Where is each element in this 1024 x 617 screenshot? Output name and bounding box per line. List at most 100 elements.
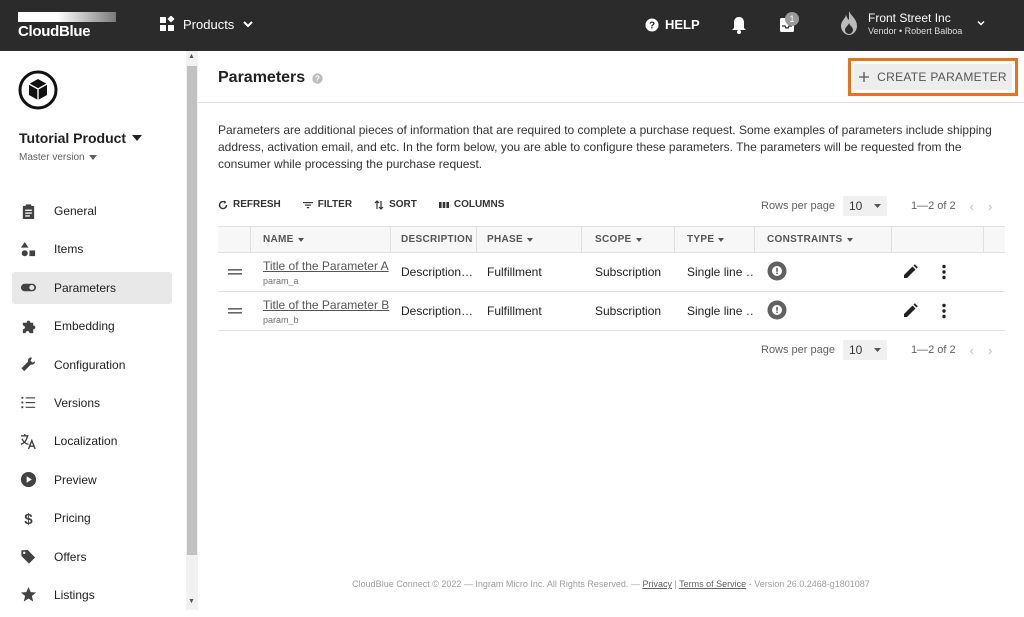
refresh-button[interactable]: REFRESH — [218, 199, 281, 210]
footer-separator: | — [674, 579, 677, 589]
bell-icon[interactable] — [730, 15, 748, 35]
next-page-icon[interactable]: › — [988, 343, 992, 358]
cell-constraints — [755, 300, 892, 323]
caret-down-icon — [635, 237, 642, 242]
cell-actions — [892, 303, 952, 319]
create-parameter-label: CREATE PARAMETER — [877, 70, 1007, 84]
account-name: Front Street Inc — [868, 10, 951, 25]
cloudblue-logo[interactable]: CloudBlue — [18, 12, 116, 40]
cell-type: Single line … — [687, 304, 755, 318]
sidebar-item-general[interactable]: General — [12, 195, 172, 227]
sort-label: SORT — [389, 199, 417, 210]
rows-per-page-select[interactable]: 10 — [843, 340, 887, 360]
cell-type: Single line … — [687, 265, 755, 279]
constraint-info-icon[interactable] — [767, 261, 787, 281]
header-constraints-label: CONSTRAINTS — [767, 234, 843, 245]
edit-icon[interactable] — [902, 303, 918, 319]
edit-icon[interactable] — [902, 264, 918, 280]
header-phase[interactable]: PHASE — [477, 227, 582, 252]
sidebar-item-configuration[interactable]: Configuration — [12, 349, 172, 381]
rows-per-page-value: 10 — [849, 343, 863, 357]
inbox-count-badge: 1 — [785, 12, 799, 26]
create-parameter-button[interactable]: CREATE PARAMETER — [848, 58, 1018, 96]
sidebar: Tutorial Product Master version General … — [0, 51, 186, 610]
wrench-icon — [21, 357, 36, 372]
parameter-title-link[interactable]: Title of the Parameter B — [263, 298, 391, 312]
puzzle-icon — [22, 320, 36, 333]
parameter-title-link[interactable]: Title of the Parameter A — [263, 259, 391, 273]
sidebar-item-preview[interactable]: Preview — [12, 464, 172, 496]
cell-phase: Fulfillment — [487, 304, 542, 318]
columns-button[interactable]: COLUMNS — [438, 199, 505, 210]
prev-page-icon[interactable]: ‹ — [970, 343, 974, 358]
help-circle-icon[interactable]: ? — [312, 72, 323, 84]
scroll-down-arrow-icon[interactable]: ▼ — [188, 598, 195, 605]
sidebar-item-items[interactable]: Items — [12, 233, 172, 265]
columns-label: COLUMNS — [453, 199, 505, 210]
tag-icon — [21, 549, 36, 564]
parameter-id: param_a — [263, 275, 299, 286]
sidebar-item-localization[interactable]: Localization — [12, 425, 172, 457]
more-vert-icon[interactable] — [942, 303, 946, 319]
main-content: Parameters ? CREATE PARAMETER Parameters… — [198, 51, 1024, 610]
header-name[interactable]: NAME — [251, 227, 391, 252]
page-description: Parameters are additional pieces of info… — [218, 123, 992, 171]
terms-link[interactable]: Terms of Service — [679, 579, 746, 589]
caret-down-icon — [132, 135, 143, 141]
sidebar-item-offers[interactable]: Offers — [12, 541, 172, 573]
caret-down-icon — [718, 237, 725, 242]
cell-scope: Subscription — [595, 304, 662, 318]
account-role: Vendor • Robert Balboa — [868, 25, 963, 36]
header-type[interactable]: TYPE — [675, 227, 755, 252]
rows-per-page-value: 10 — [849, 199, 863, 213]
next-page-icon[interactable]: › — [988, 199, 992, 214]
chevron-down-icon — [977, 20, 985, 26]
products-menu[interactable]: Products — [159, 16, 254, 32]
parameters-table: NAME DESCRIPTION PHASE SCOPE TYPE CONSTR… — [218, 226, 1005, 331]
header-type-label: TYPE — [687, 234, 715, 245]
cell-actions — [892, 264, 952, 280]
header-scope[interactable]: SCOPE — [582, 227, 675, 252]
sidebar-item-label: Preview — [54, 472, 97, 487]
product-version[interactable]: Master version — [19, 152, 97, 163]
header-spacer — [984, 227, 1005, 252]
account-menu[interactable]: Front Street Inc Vendor • Robert Balboa — [838, 10, 986, 36]
table-toolbar: REFRESH FILTER SORT COLUMNS — [218, 199, 504, 210]
prev-page-icon[interactable]: ‹ — [970, 199, 974, 214]
apps-icon — [160, 16, 175, 31]
product-title[interactable]: Tutorial Product — [19, 130, 143, 146]
product-icon — [18, 70, 58, 110]
table-row[interactable]: Title of the Parameter A param_a Descrip… — [218, 253, 1005, 292]
sidebar-item-parameters[interactable]: Parameters — [12, 271, 172, 304]
plus-icon — [859, 72, 870, 82]
sidebar-scrollbar-thumb[interactable] — [187, 66, 197, 555]
privacy-link[interactable]: Privacy — [642, 579, 672, 589]
filter-label: FILTER — [317, 199, 353, 210]
rows-per-page-label: Rows per page — [761, 200, 835, 212]
flame-logo-icon — [841, 11, 857, 35]
drag-handle-icon[interactable] — [218, 307, 251, 315]
sidebar-item-pricing[interactable]: $ Pricing — [12, 502, 172, 534]
pagination-bottom: Rows per page 10 1—2 of 2 ‹ › — [761, 340, 992, 360]
top-bar: CloudBlue Products ? HELP 1 Front Street… — [0, 0, 1024, 51]
footer-copyright: CloudBlue Connect © 2022 — Ingram Micro … — [352, 579, 640, 589]
shapes-icon — [20, 241, 36, 257]
more-vert-icon[interactable] — [942, 264, 946, 280]
help-button[interactable]: ? HELP — [645, 17, 700, 32]
constraint-info-icon[interactable] — [767, 300, 787, 320]
header-constraints[interactable]: CONSTRAINTS — [755, 227, 892, 252]
sidebar-item-versions[interactable]: Versions — [12, 387, 172, 419]
drag-handle-icon[interactable] — [218, 268, 251, 276]
sidebar-item-embedding[interactable]: Embedding — [12, 310, 172, 342]
cell-description: Description… — [401, 265, 474, 279]
svg-text:?: ? — [649, 20, 655, 31]
scroll-up-arrow-icon[interactable]: ▲ — [188, 53, 195, 60]
sort-button[interactable]: SORT — [374, 199, 417, 210]
cell-phase: Fulfillment — [487, 265, 542, 279]
table-row[interactable]: Title of the Parameter B param_b Descrip… — [218, 292, 1005, 331]
clipboard-icon — [22, 203, 35, 219]
filter-button[interactable]: FILTER — [302, 199, 353, 210]
sidebar-item-listings[interactable]: Listings — [12, 579, 172, 611]
rows-per-page-select[interactable]: 10 — [843, 196, 887, 216]
header-drag-column — [218, 227, 251, 252]
